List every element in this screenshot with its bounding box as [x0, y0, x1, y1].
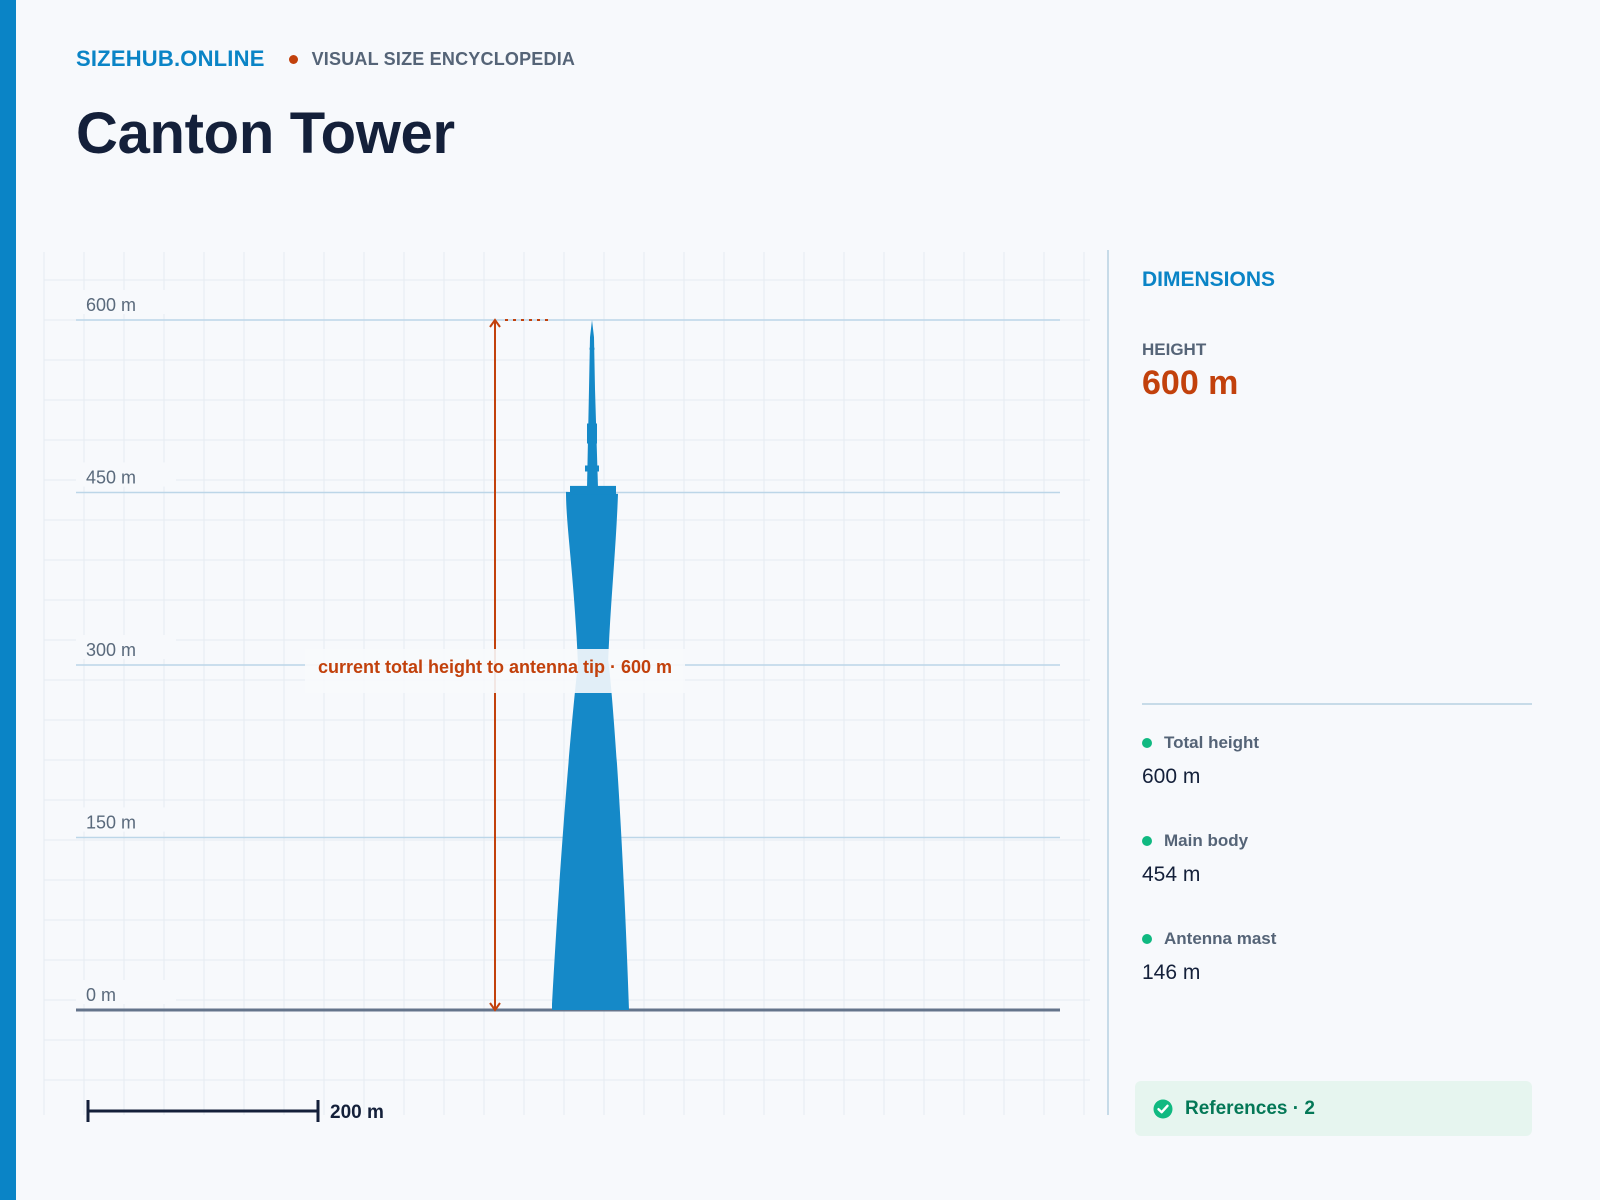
measure-label: current total height to antenna tip · 60…	[318, 657, 672, 677]
gridline-label: 600 m	[86, 295, 136, 315]
antenna-node	[589, 363, 595, 369]
references-button[interactable]: References · 2	[1135, 1081, 1532, 1136]
stat-label: Main body	[1164, 831, 1249, 850]
panel-title: DIMENSIONS	[1142, 268, 1276, 291]
stat-value: 146 m	[1142, 961, 1201, 984]
height-label: HEIGHT	[1142, 340, 1207, 359]
gridline-label: 300 m	[86, 640, 136, 660]
scale-bar: 200 m	[86, 1100, 384, 1123]
stat-label: Antenna mast	[1164, 929, 1277, 948]
height-measure: current total height to antenna tip · 60…	[305, 318, 685, 1012]
bullet-icon	[1142, 738, 1152, 748]
panel-divider	[1107, 250, 1109, 1115]
antenna-node	[589, 346, 595, 352]
stat-value: 600 m	[1142, 765, 1201, 788]
stat-total-height: Total height 600 m	[1142, 733, 1259, 789]
bullet-icon	[1142, 934, 1152, 944]
scale-bar-label: 200 m	[330, 1102, 384, 1123]
stat-value: 454 m	[1142, 863, 1201, 886]
antenna-mast	[587, 320, 598, 488]
gridline-label: 150 m	[86, 813, 136, 833]
gridline-label: 450 m	[86, 468, 136, 488]
antenna-segment	[587, 423, 597, 444]
stat-label: Total height	[1164, 733, 1260, 752]
stat-main-body: Main body 454 m	[1142, 831, 1248, 887]
stats-divider	[1142, 703, 1532, 705]
gridline-label: 0 m	[86, 985, 116, 1005]
height-value: 600 m	[1142, 364, 1239, 402]
size-diagram: 600 m 450 m 300 m 150 m 0 m current total he…	[43, 252, 1090, 1123]
bullet-icon	[1142, 836, 1152, 846]
dimensions-panel: DIMENSIONS HEIGHT 600 m	[1142, 268, 1532, 402]
stat-antenna-mast: Antenna mast 146 m	[1142, 929, 1276, 985]
check-circle-icon	[1153, 1099, 1173, 1118]
references-label: References · 2	[1185, 1097, 1315, 1119]
antenna-platform	[585, 465, 599, 472]
